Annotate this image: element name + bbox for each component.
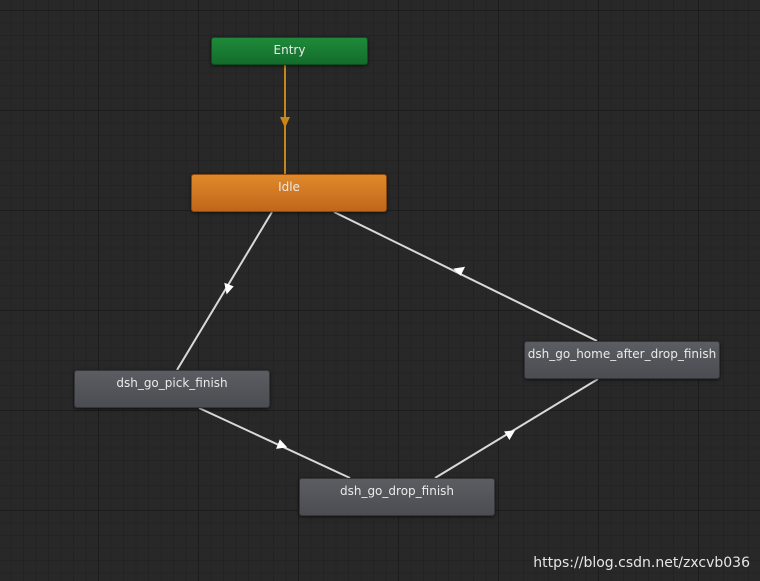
entry-state-label: Entry	[273, 43, 306, 57]
pick-finish-state-node[interactable]: dsh_go_pick_finish	[74, 370, 270, 408]
drop-finish-state-node[interactable]: dsh_go_drop_finish	[299, 478, 495, 516]
transition-entry-to-idle-arrow	[280, 117, 290, 128]
transition-pick-to-drop[interactable]	[198, 407, 351, 479]
watermark-text: https://blog.csdn.net/zxcvb036	[533, 555, 750, 571]
pick-finish-state-label: dsh_go_pick_finish	[116, 376, 228, 390]
home-after-drop-finish-state-node[interactable]: dsh_go_home_after_drop_finish	[524, 341, 720, 379]
idle-state-node[interactable]: Idle	[191, 174, 387, 212]
state-machine-graph-canvas[interactable]: Entry Idle dsh_go_pick_finish dsh_go_hom…	[0, 0, 760, 581]
transition-drop-to-home[interactable]	[434, 378, 599, 479]
home-after-drop-finish-state-label: dsh_go_home_after_drop_finish	[527, 347, 717, 361]
drop-finish-state-label: dsh_go_drop_finish	[339, 484, 455, 498]
transition-home-to-idle[interactable]	[333, 211, 598, 342]
entry-state-node[interactable]: Entry	[211, 37, 368, 65]
transition-idle-to-pick[interactable]	[176, 211, 273, 371]
idle-state-label: Idle	[278, 180, 300, 194]
